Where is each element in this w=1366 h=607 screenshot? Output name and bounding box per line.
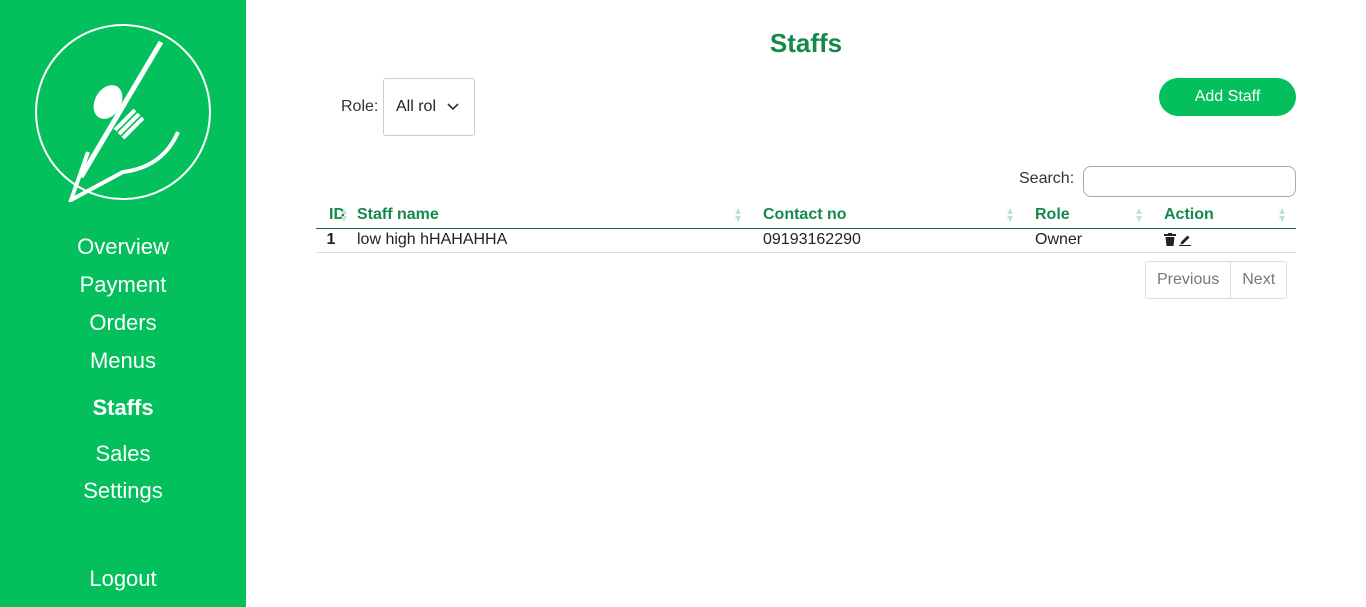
cell-contact-no: 09193162290 — [752, 228, 1024, 253]
sidebar-item-orders[interactable]: Orders — [0, 310, 246, 336]
role-filter-value: All rol — [396, 98, 437, 115]
pagination: Previous Next — [1145, 261, 1288, 299]
column-header-action[interactable]: Action — [1153, 202, 1296, 229]
role-filter-select[interactable]: All rol — [383, 78, 475, 136]
edit-icon[interactable] — [1179, 233, 1191, 247]
sort-icon — [735, 208, 741, 222]
sidebar-item-overview[interactable]: Overview — [0, 234, 246, 260]
column-header-id[interactable]: ID — [316, 202, 347, 229]
cell-id: 1 — [316, 228, 346, 253]
column-header-staff-name[interactable]: Staff name — [346, 202, 752, 229]
cell-staff-name: low high hHAHAHHA — [346, 228, 752, 253]
column-header-role[interactable]: Role — [1024, 202, 1153, 229]
table-row: 1 low high hHAHAHHA 09193162290 Owner — [316, 228, 1296, 253]
search-label: Search: — [1019, 170, 1075, 187]
sidebar-item-settings[interactable]: Settings — [0, 478, 246, 504]
role-filter-label: Role: — [341, 98, 379, 115]
cell-role: Owner — [1024, 228, 1153, 253]
table-header-row: ID Staff name Contact no Role Action — [316, 202, 1296, 229]
sidebar-item-staffs[interactable]: Staffs — [0, 395, 246, 421]
logout-link[interactable]: Logout — [0, 566, 246, 592]
staff-table: ID Staff name Contact no Role Action 1 l… — [316, 202, 1296, 253]
chevron-down-icon — [447, 103, 459, 111]
sidebar-item-menus[interactable]: Menus — [0, 348, 246, 374]
sort-icon — [1007, 208, 1013, 222]
cell-action — [1153, 228, 1296, 253]
sidebar-item-sales[interactable]: Sales — [0, 441, 246, 467]
sort-icon — [1136, 208, 1142, 222]
add-staff-button[interactable]: Add Staff — [1159, 78, 1296, 116]
page-title: Staffs — [769, 28, 843, 58]
main-content: Staffs Role: All rol Add Staff Search: I… — [246, 0, 1366, 607]
sidebar: Overview Payment Orders Menus Staffs Sal… — [0, 0, 246, 607]
meet-n-eat-logo[interactable] — [33, 22, 213, 202]
trash-icon[interactable] — [1164, 233, 1176, 247]
previous-page-button[interactable]: Previous — [1146, 262, 1230, 298]
next-page-button[interactable]: Next — [1230, 262, 1286, 298]
column-header-contact-no[interactable]: Contact no — [752, 202, 1024, 229]
search-input[interactable] — [1083, 166, 1296, 197]
sidebar-item-payment[interactable]: Payment — [0, 272, 246, 298]
sort-icon — [1279, 208, 1285, 222]
